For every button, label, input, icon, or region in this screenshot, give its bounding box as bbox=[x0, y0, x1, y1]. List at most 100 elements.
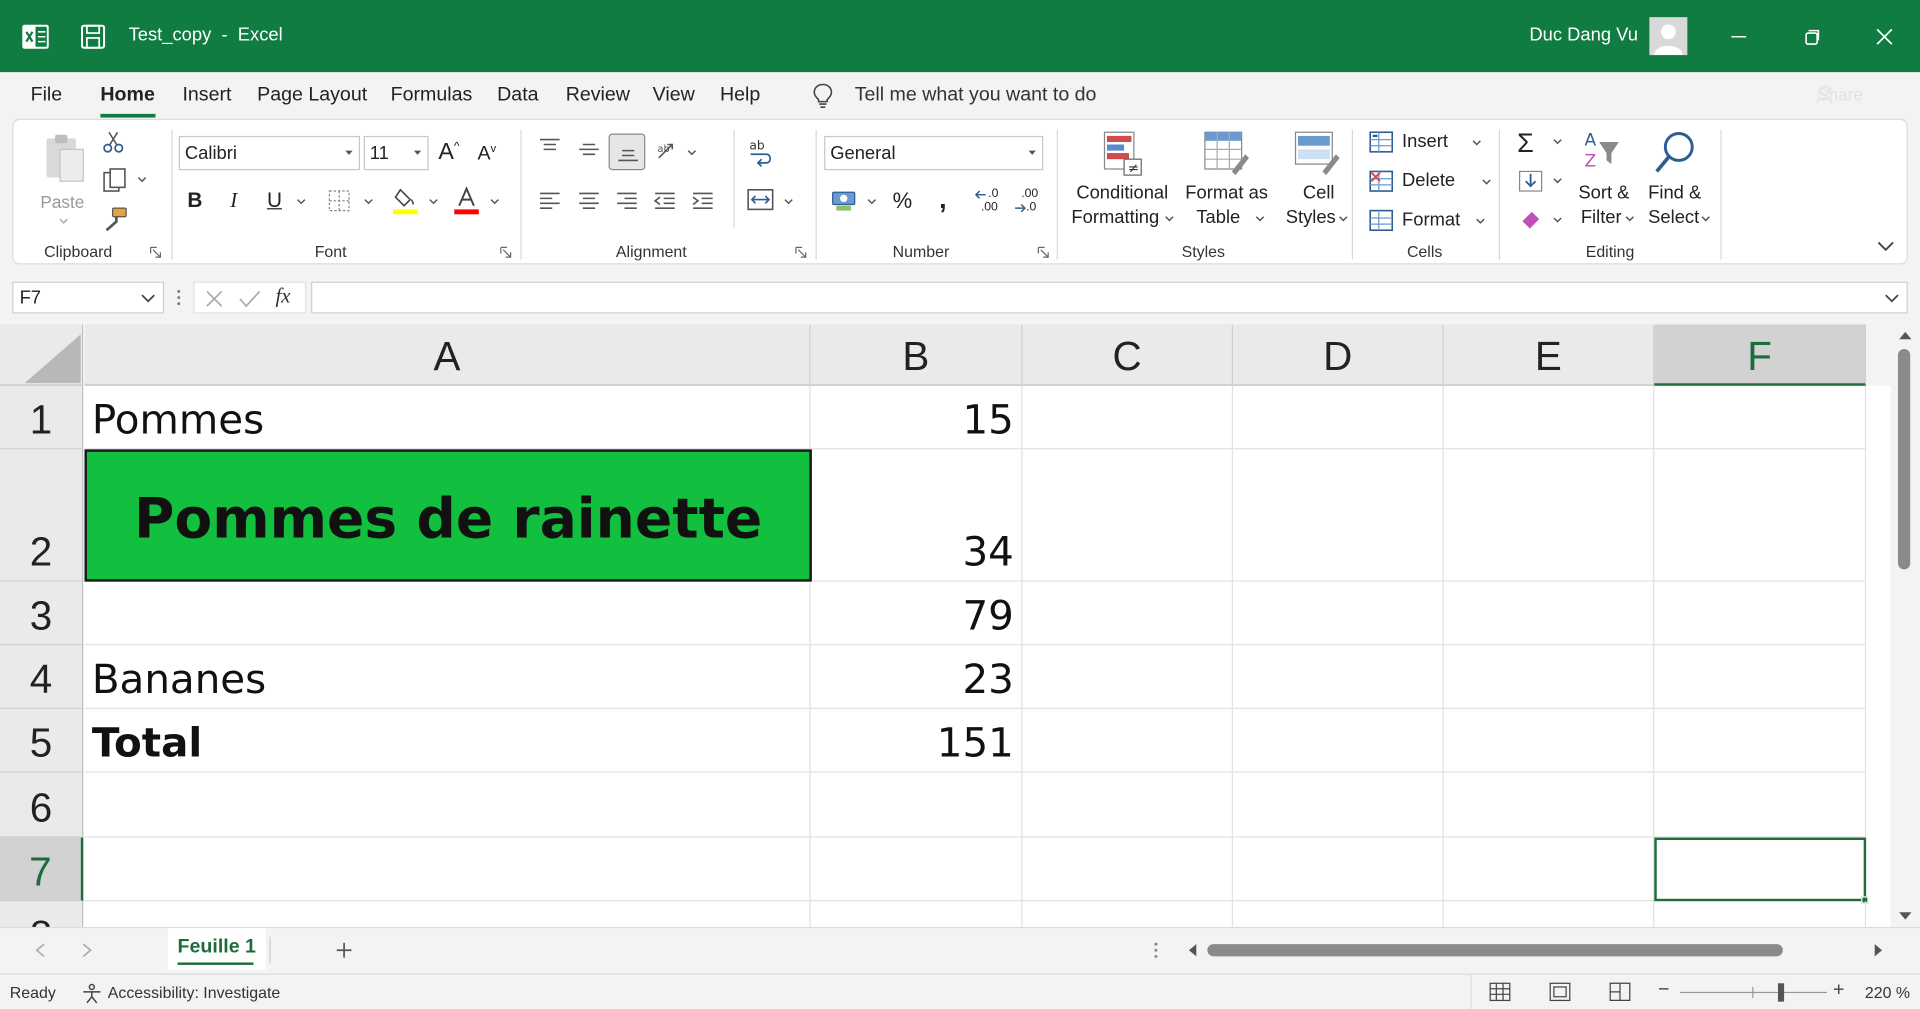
clipboard-launcher-icon[interactable] bbox=[149, 246, 162, 258]
horizontal-scroll-thumb[interactable] bbox=[1207, 944, 1783, 957]
row-header-1[interactable]: 1 bbox=[0, 385, 84, 450]
column-header-a[interactable]: A bbox=[84, 324, 811, 386]
fill-dropdown-icon[interactable] bbox=[1553, 178, 1563, 185]
column-header-d[interactable]: D bbox=[1233, 324, 1444, 386]
excel-app-icon[interactable] bbox=[22, 23, 49, 50]
clear-dropdown-icon[interactable] bbox=[1553, 217, 1563, 224]
cell-a6[interactable] bbox=[84, 772, 811, 838]
font-launcher-icon[interactable] bbox=[500, 246, 512, 258]
cell-c5[interactable] bbox=[1022, 708, 1234, 773]
tab-split-grip-icon[interactable] bbox=[1152, 940, 1159, 960]
previous-sheet-icon[interactable] bbox=[34, 943, 46, 958]
copy-icon[interactable] bbox=[102, 168, 129, 195]
column-header-b[interactable]: B bbox=[810, 324, 1023, 386]
bottom-align-button[interactable] bbox=[608, 133, 646, 171]
cell-e5[interactable] bbox=[1443, 708, 1655, 773]
font-color-dropdown-icon[interactable] bbox=[490, 198, 500, 205]
copy-dropdown-icon[interactable] bbox=[137, 176, 147, 183]
cell-e6[interactable] bbox=[1443, 772, 1655, 838]
tab-review[interactable]: Review bbox=[566, 84, 630, 106]
close-icon[interactable] bbox=[1870, 22, 1899, 51]
cell-f2[interactable] bbox=[1654, 449, 1867, 582]
cell-c4[interactable] bbox=[1022, 645, 1234, 709]
row-header-2[interactable]: 2 bbox=[0, 449, 84, 582]
clear-icon[interactable] bbox=[1517, 207, 1544, 231]
accessibility-status[interactable]: Accessibility: Investigate bbox=[108, 983, 281, 1001]
number-launcher-icon[interactable] bbox=[1037, 246, 1049, 258]
insert-cells-button[interactable]: Insert bbox=[1368, 129, 1486, 158]
zoom-out-icon[interactable]: − bbox=[1658, 980, 1669, 1002]
enter-icon[interactable] bbox=[239, 289, 261, 309]
row-header-4[interactable]: 4 bbox=[0, 645, 84, 709]
tab-page-layout[interactable]: Page Layout bbox=[257, 84, 367, 106]
decrease-font-size-icon[interactable]: Av bbox=[478, 142, 497, 166]
cell-c8[interactable] bbox=[1022, 901, 1234, 927]
tab-insert[interactable]: Insert bbox=[182, 84, 231, 106]
minimize-icon[interactable] bbox=[1724, 22, 1753, 51]
cell-f8[interactable] bbox=[1654, 901, 1867, 927]
column-header-f[interactable]: F bbox=[1654, 324, 1867, 386]
cell-d1[interactable] bbox=[1233, 385, 1444, 450]
borders-dropdown-icon[interactable] bbox=[364, 198, 374, 205]
orientation-dropdown-icon[interactable] bbox=[687, 149, 697, 156]
increase-indent-icon[interactable] bbox=[691, 191, 715, 211]
lightbulb-icon[interactable] bbox=[811, 82, 835, 109]
user-name[interactable]: Duc Dang Vu bbox=[1529, 24, 1638, 45]
cell-b3[interactable]: 79 bbox=[810, 581, 1023, 646]
autosum-dropdown-icon[interactable] bbox=[1553, 138, 1563, 145]
cell-a1[interactable]: Pommes bbox=[84, 385, 811, 450]
formula-bar-grip-icon[interactable] bbox=[175, 288, 182, 308]
cell-d5[interactable] bbox=[1233, 708, 1444, 773]
scroll-up-icon[interactable] bbox=[1898, 329, 1913, 341]
zoom-slider-thumb[interactable] bbox=[1777, 983, 1785, 1002]
cell-e1[interactable] bbox=[1443, 385, 1655, 450]
cell-f3[interactable] bbox=[1654, 581, 1867, 646]
top-align-icon[interactable] bbox=[538, 137, 562, 157]
page-break-view-icon[interactable] bbox=[1609, 982, 1631, 1002]
next-sheet-icon[interactable] bbox=[81, 943, 93, 958]
tab-formulas[interactable]: Formulas bbox=[391, 84, 473, 106]
align-center-icon[interactable] bbox=[577, 191, 601, 211]
cell-f7-selected[interactable] bbox=[1654, 837, 1867, 902]
accounting-dropdown-icon[interactable] bbox=[867, 198, 877, 205]
alignment-launcher-icon[interactable] bbox=[795, 246, 807, 258]
cell-c7[interactable] bbox=[1022, 837, 1234, 902]
cell-d2[interactable] bbox=[1233, 449, 1444, 582]
merge-center-icon[interactable] bbox=[747, 187, 774, 211]
cell-c3[interactable] bbox=[1022, 581, 1234, 646]
orientation-icon[interactable]: ab bbox=[655, 140, 679, 162]
scroll-down-icon[interactable] bbox=[1898, 910, 1913, 922]
increase-decimal-button[interactable]: .0 .00 bbox=[974, 187, 1007, 216]
decrease-decimal-button[interactable]: .00 .0 bbox=[1014, 187, 1046, 216]
wrap-text-icon[interactable]: ab bbox=[747, 137, 776, 167]
align-left-icon[interactable] bbox=[538, 191, 562, 211]
cell-a8[interactable] bbox=[84, 901, 811, 927]
font-color-icon[interactable] bbox=[453, 186, 480, 215]
cell-c2[interactable] bbox=[1022, 449, 1234, 582]
column-header-e[interactable]: E bbox=[1443, 324, 1655, 386]
underline-dropdown-icon[interactable] bbox=[296, 198, 306, 205]
row-header-7[interactable]: 7 bbox=[0, 837, 84, 902]
restore-icon[interactable] bbox=[1798, 22, 1827, 51]
fill-color-dropdown-icon[interactable] bbox=[429, 198, 439, 205]
cell-e3[interactable] bbox=[1443, 581, 1655, 646]
fill-icon[interactable] bbox=[1517, 169, 1544, 193]
tab-view[interactable]: View bbox=[653, 84, 695, 106]
zoom-in-icon[interactable]: + bbox=[1833, 980, 1844, 1002]
find-select-button[interactable]: Find & Select bbox=[1646, 127, 1715, 230]
paste-button[interactable]: Paste bbox=[36, 130, 92, 228]
increase-font-size-icon[interactable]: A^ bbox=[438, 140, 459, 167]
cell-f1[interactable] bbox=[1654, 385, 1867, 450]
cell-e8[interactable] bbox=[1444, 901, 1655, 927]
avatar[interactable] bbox=[1649, 17, 1688, 56]
accounting-format-icon[interactable] bbox=[830, 189, 859, 213]
cell-f4[interactable] bbox=[1654, 645, 1867, 709]
cell-a2[interactable]: Pommes de rainette bbox=[84, 449, 812, 582]
cell-f5[interactable] bbox=[1654, 708, 1867, 773]
cell-b8[interactable] bbox=[811, 901, 1023, 927]
accessibility-icon[interactable] bbox=[81, 982, 103, 1004]
number-format-select[interactable]: General bbox=[824, 135, 1044, 171]
zoom-level[interactable]: 220 % bbox=[1865, 983, 1910, 1001]
percent-style-icon[interactable]: % bbox=[893, 189, 913, 215]
cell-d3[interactable] bbox=[1233, 581, 1444, 646]
